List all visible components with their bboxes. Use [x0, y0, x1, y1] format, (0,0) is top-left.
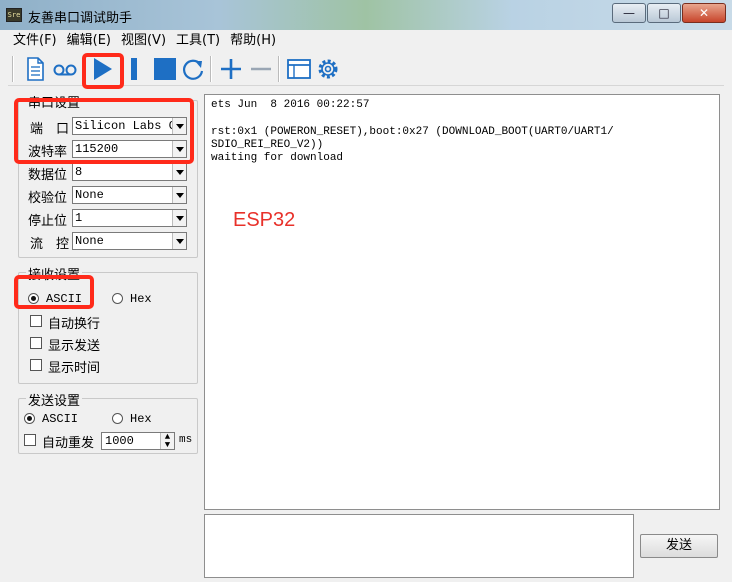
show-time-checkbox[interactable] [30, 359, 42, 371]
auto-wrap-checkbox[interactable] [30, 315, 42, 327]
close-button[interactable]: ✕ [682, 3, 726, 23]
serial-settings-title: 串口设置 [26, 92, 83, 111]
databits-value: 8 [75, 165, 83, 179]
port-select[interactable]: Silicon Labs CP [72, 117, 187, 135]
auto-resend-label: 自动重发 [42, 436, 95, 451]
baud-value: 115200 [75, 142, 119, 156]
auto-resend-checkbox[interactable] [24, 434, 36, 446]
send-ascii-radio[interactable] [24, 413, 35, 424]
toolbar-separator [278, 56, 280, 82]
terminal-line: waiting for download [211, 152, 344, 164]
flow-select[interactable]: None [72, 232, 187, 250]
window-icon[interactable] [286, 56, 312, 82]
send-ascii-label: ASCII [42, 412, 79, 426]
new-file-icon[interactable] [24, 56, 46, 82]
menu-tools[interactable]: 工具(T) [171, 30, 225, 52]
app-icon: Sre [6, 8, 22, 22]
auto-wrap-label: 自动换行 [48, 317, 101, 332]
send-hex-label: Hex [130, 412, 152, 426]
send-input[interactable] [204, 514, 634, 578]
receive-settings-group [18, 272, 198, 384]
baud-label: 波特率 [28, 145, 68, 160]
title-bar[interactable]: Sre 友善串口调试助手 — □ ✕ [0, 0, 732, 30]
parity-value: None [75, 188, 104, 202]
chevron-down-icon[interactable] [172, 210, 186, 226]
send-settings-title: 发送设置 [26, 390, 83, 409]
record-icon[interactable] [52, 56, 78, 82]
terminal-line: ets Jun 8 2016 00:22:57 [211, 99, 370, 111]
menu-edit[interactable]: 编辑(E) [62, 30, 116, 52]
chevron-down-icon[interactable] [172, 118, 186, 134]
resend-interval-stepper[interactable]: 1000 ▲ ▼ [101, 432, 175, 450]
port-label: 端 口 [30, 122, 70, 137]
show-time-label: 显示时间 [48, 361, 101, 376]
baud-select[interactable]: 115200 [72, 140, 187, 158]
terminal-line: rst:0x1 (POWERON_RESET),boot:0x27 (DOWNL… [211, 126, 614, 138]
menu-file[interactable]: 文件(F) [8, 30, 62, 52]
add-icon[interactable] [218, 56, 244, 82]
refresh-icon[interactable] [180, 56, 206, 82]
receive-settings-title: 接收设置 [26, 264, 83, 283]
port-value: Silicon Labs CP [75, 119, 184, 133]
stopbits-label: 停止位 [28, 214, 68, 229]
esp32-annotation: ESP32 [233, 209, 296, 231]
menu-bar: 文件(F) 编辑(E) 视图(V) 工具(T) 帮助(H) [8, 30, 724, 52]
chevron-down-icon[interactable] [172, 187, 186, 203]
receive-ascii-radio[interactable] [28, 293, 39, 304]
flow-value: None [75, 234, 104, 248]
play-icon[interactable] [88, 56, 116, 82]
chevron-down-icon[interactable] [172, 164, 186, 180]
window-title: 友善串口调试助手 [28, 11, 133, 26]
maximize-button[interactable]: □ [647, 3, 681, 23]
toolbar-separator [12, 56, 14, 82]
send-button[interactable]: 发送 [640, 534, 718, 558]
terminal-line: SDIO_REI_REO_V2)) [211, 139, 324, 151]
menu-help[interactable]: 帮助(H) [225, 30, 281, 52]
menu-view[interactable]: 视图(V) [116, 30, 171, 52]
interval-unit: ms [179, 434, 193, 446]
chevron-down-icon[interactable] [172, 141, 186, 157]
stopbits-select[interactable]: 1 [72, 209, 187, 227]
send-hex-radio[interactable] [112, 413, 123, 424]
gear-icon[interactable] [314, 56, 342, 82]
receive-output[interactable]: ets Jun 8 2016 00:22:57 rst:0x1 (POWERON… [204, 94, 720, 510]
spin-arrows-icon[interactable]: ▲ ▼ [160, 433, 174, 450]
show-send-checkbox[interactable] [30, 337, 42, 349]
parity-select[interactable]: None [72, 186, 187, 204]
remove-icon[interactable] [248, 56, 274, 82]
show-send-label: 显示发送 [48, 339, 101, 354]
parity-label: 校验位 [28, 191, 68, 206]
pause-icon[interactable] [126, 56, 142, 82]
receive-hex-label: Hex [130, 292, 152, 306]
minimize-button[interactable]: — [612, 3, 646, 23]
stop-icon[interactable] [152, 56, 178, 82]
databits-select[interactable]: 8 [72, 163, 187, 181]
resend-interval-value: 1000 [105, 434, 134, 448]
toolbar-separator [210, 56, 212, 82]
toolbar [8, 52, 724, 86]
chevron-down-icon[interactable] [172, 233, 186, 249]
flow-label: 流 控 [30, 237, 70, 252]
receive-ascii-label: ASCII [46, 292, 83, 306]
stopbits-value: 1 [75, 211, 83, 225]
receive-hex-radio[interactable] [112, 293, 123, 304]
databits-label: 数据位 [28, 168, 68, 183]
